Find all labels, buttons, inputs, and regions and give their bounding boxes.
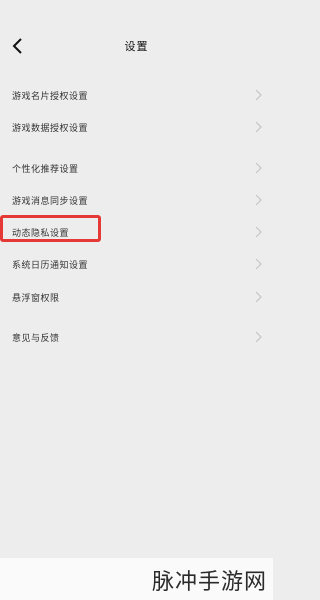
chevron-right-icon [255, 194, 262, 206]
chevron-right-icon [255, 121, 262, 133]
settings-screen: 设置 游戏名片授权设置 游戏数据授权设置 个性化推荐设置 游戏消息同步设置 动态… [0, 0, 273, 600]
page-title: 设置 [124, 40, 149, 53]
menu-item-feedback[interactable]: 意见与反馈 [0, 323, 273, 351]
menu-item-calendar-notify[interactable]: 系统日历通知设置 [0, 250, 273, 278]
chevron-right-icon [255, 331, 262, 343]
menu-item-label: 游戏消息同步设置 [12, 197, 89, 207]
menu-item-game-card-auth[interactable]: 游戏名片授权设置 [0, 81, 273, 109]
menu-item-label: 悬浮窗权限 [12, 294, 60, 304]
menu-item-label: 游戏名片授权设置 [12, 92, 89, 102]
chevron-right-icon [255, 291, 262, 303]
menu-item-floating-window[interactable]: 悬浮窗权限 [0, 283, 273, 311]
menu-item-label: 游戏数据授权设置 [12, 124, 89, 134]
chevron-right-icon [255, 258, 262, 270]
header: 设置 [0, 0, 273, 80]
highlight-box [0, 215, 101, 242]
menu-item-message-sync[interactable]: 游戏消息同步设置 [0, 186, 273, 214]
chevron-right-icon [255, 162, 262, 174]
chevron-right-icon [255, 89, 262, 101]
chevron-right-icon [255, 226, 262, 238]
menu-item-label: 个性化推荐设置 [12, 165, 79, 175]
watermark: 脉冲手游网 [151, 570, 267, 595]
menu-item-label: 系统日历通知设置 [12, 261, 89, 271]
menu-item-game-data-auth[interactable]: 游戏数据授权设置 [0, 113, 273, 141]
menu-item-label: 意见与反馈 [12, 334, 60, 344]
menu-item-personalized-recommend[interactable]: 个性化推荐设置 [0, 154, 273, 182]
